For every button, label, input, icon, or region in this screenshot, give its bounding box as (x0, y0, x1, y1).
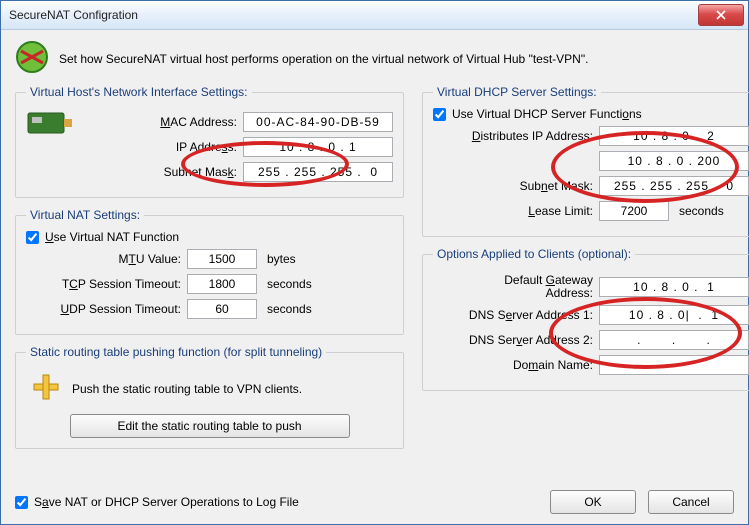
staticroute-group: Static routing table pushing function (f… (15, 345, 404, 449)
gw-label: Default GatewayAddress: (433, 274, 593, 300)
vnat-group: Virtual NAT Settings: Use Virtual NAT Fu… (15, 208, 404, 335)
tcp-input[interactable] (187, 274, 257, 294)
push-text: Push the static routing table to VPN cli… (72, 382, 302, 396)
intro-text: Set how SecureNAT virtual host performs … (59, 52, 588, 66)
tcp-label: TCP Session Timeout: (26, 277, 181, 291)
dns2-input[interactable] (599, 330, 749, 350)
edit-static-route-button[interactable]: Edit the static routing table to push (70, 414, 350, 438)
ip-label: IP Address: (82, 140, 237, 154)
dhcp-mask-label: Subnet Mask: (433, 179, 593, 193)
opts-group: Options Applied to Clients (optional): D… (422, 247, 749, 391)
titlebar: SecureNAT Configration (1, 1, 748, 30)
close-icon (716, 10, 726, 20)
lease-input[interactable] (599, 201, 669, 221)
nic-icon (26, 107, 74, 187)
use-dhcp-input[interactable] (433, 108, 446, 121)
vhost-group: Virtual Host's Network Interface Setting… (15, 85, 404, 198)
domain-label: Domain Name: (433, 358, 593, 372)
mtu-unit: bytes (267, 252, 296, 266)
mask-input[interactable] (243, 162, 393, 182)
vhost-legend: Virtual Host's Network Interface Setting… (26, 85, 252, 99)
gw-input[interactable] (599, 277, 749, 297)
dns2-label: DNS Server Address 2: (433, 333, 593, 347)
pipe-icon (30, 371, 62, 406)
staticroute-legend: Static routing table pushing function (f… (26, 345, 326, 359)
opts-legend: Options Applied to Clients (optional): (433, 247, 635, 261)
lease-label: Lease Limit: (433, 204, 593, 218)
dist-from-input[interactable] (599, 126, 749, 146)
mac-label: MMAC Address:AC Address: (82, 115, 237, 129)
use-vnat-checkbox[interactable]: Use Virtual NAT Function (26, 230, 393, 244)
mac-input[interactable] (243, 112, 393, 132)
vnat-legend: Virtual NAT Settings: (26, 208, 144, 222)
securenat-config-window: SecureNAT Configration Set how SecureNAT… (0, 0, 749, 525)
domain-input[interactable] (599, 355, 749, 375)
securenat-icon (15, 40, 49, 77)
dhcp-mask-input[interactable] (599, 176, 749, 196)
save-log-checkbox[interactable]: Save NAT or DHCP Server Operations to Lo… (15, 495, 299, 509)
udp-input[interactable] (187, 299, 257, 319)
udp-label: UDP Session Timeout: (26, 302, 181, 316)
udp-unit: seconds (267, 302, 312, 316)
dhcp-group: Virtual DHCP Server Settings: Use Virtua… (422, 85, 749, 237)
use-dhcp-checkbox[interactable]: Use Virtual DHCP Server Functions (433, 107, 749, 121)
mask-label: Subnet Mask: (82, 165, 237, 179)
save-log-input[interactable] (15, 496, 28, 509)
dhcp-legend: Virtual DHCP Server Settings: (433, 85, 601, 99)
dns1-input[interactable] (599, 305, 749, 325)
close-button[interactable] (698, 4, 744, 26)
use-vnat-input[interactable] (26, 231, 39, 244)
intro-row: Set how SecureNAT virtual host performs … (15, 40, 734, 77)
window-title: SecureNAT Configration (9, 8, 698, 22)
dist-to-input[interactable] (599, 151, 749, 171)
dist-label: Distributes IP Address: (433, 129, 593, 143)
lease-unit: seconds (679, 204, 724, 218)
mtu-input[interactable] (187, 249, 257, 269)
dns1-label: DNS Server Address 1: (433, 308, 593, 322)
ok-button[interactable]: OK (550, 490, 636, 514)
cancel-button[interactable]: Cancel (648, 490, 734, 514)
ip-input[interactable] (243, 137, 393, 157)
mtu-label: MTU Value: (26, 252, 181, 266)
tcp-unit: seconds (267, 277, 312, 291)
